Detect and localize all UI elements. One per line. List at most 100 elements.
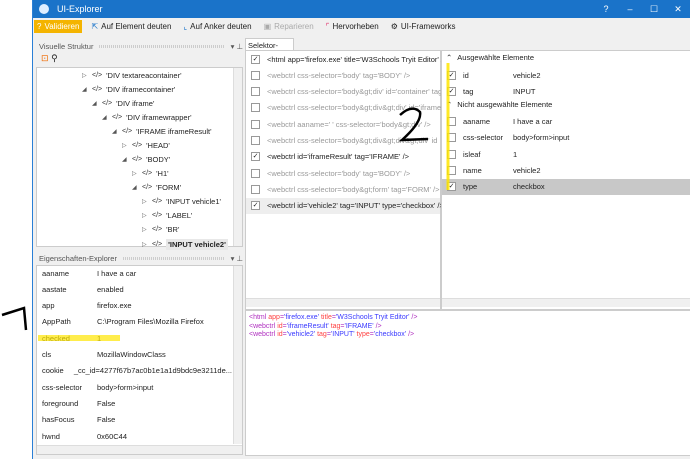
attribute-checkbox[interactable]: ✓ [447, 70, 456, 80]
selector-checkbox[interactable] [251, 136, 260, 145]
expanded-arrow-icon[interactable]: ◢ [122, 156, 132, 163]
close-button[interactable]: ✕ [666, 4, 690, 15]
attribute-checkbox[interactable] [447, 133, 456, 143]
tree-vertical-scrollbar[interactable] [233, 68, 242, 246]
property-row[interactable]: aaname I have a car [37, 266, 232, 280]
selector-row[interactable]: ✓ <html app='firefox.exe' title='W3School… [246, 51, 447, 67]
attribute-row[interactable]: ✓ type checkbox [442, 178, 690, 195]
tree-node[interactable]: ▷ </> 'INPUT vehicle2' [142, 239, 228, 250]
tree-node[interactable]: ▷ </> 'DIV textareacontainer' [82, 71, 182, 80]
selector-code-view[interactable]: <html app='firefox.exe' title='W3Schools… [245, 310, 690, 456]
collapsed-arrow-icon[interactable]: ▷ [142, 226, 152, 233]
tree-node[interactable]: ◢ </> 'FORM' [132, 183, 181, 192]
tree-node[interactable]: ▷ </> 'H1' [132, 169, 169, 178]
expanded-arrow-icon[interactable]: ◢ [102, 114, 112, 121]
properties-horizontal-scrollbar[interactable] [37, 445, 242, 454]
selector-row[interactable]: <webctrl css-selector='body&gt;form' tag… [246, 181, 440, 197]
attribute-row[interactable]: css-selector body>form>input [442, 130, 690, 146]
pin-icon[interactable]: ▾ ⊥ [231, 42, 243, 51]
selector-checkbox[interactable] [251, 103, 260, 113]
property-name: aastate [42, 284, 67, 294]
attribute-checkbox[interactable]: ✓ [447, 86, 456, 96]
expanded-arrow-icon[interactable]: ◢ [132, 184, 142, 191]
collapsed-arrow-icon[interactable]: ▷ [142, 198, 152, 205]
selected-elements-header[interactable]: ⌃ Ausgewählte Elemente [446, 53, 534, 62]
selector-checkbox[interactable] [251, 119, 260, 129]
attribute-row[interactable]: ✓ tag INPUT [442, 83, 690, 99]
attribute-horizontal-scrollbar[interactable] [442, 298, 690, 307]
code-token: /> [408, 331, 415, 338]
property-row[interactable]: css-selector body>form>input [37, 380, 232, 394]
attribute-row[interactable]: isleaf 1 [442, 146, 690, 162]
selector-row[interactable]: ✓ <webctrl id='iframeResult' tag='IFRAME'… [246, 149, 440, 165]
selector-row[interactable]: <webctrl css-selector='body&gt;div' id='… [246, 84, 471, 100]
attribute-checkbox[interactable] [447, 117, 456, 127]
point-element-button[interactable]: ⇱ Auf Element deuten [88, 20, 174, 33]
validate-button[interactable]: ? Validieren [34, 20, 83, 33]
expanded-arrow-icon[interactable]: ◢ [92, 100, 102, 107]
tree-node[interactable]: ◢ </> 'DIV iframecontainer' [82, 85, 175, 94]
collapse-icon[interactable]: ⌃ [446, 53, 452, 62]
property-name: checked [42, 333, 70, 343]
selector-checkbox[interactable]: ✓ [251, 201, 260, 211]
maximize-button[interactable]: ☐ [642, 4, 666, 15]
attribute-row[interactable]: aaname I have a car [442, 114, 690, 130]
target-icon[interactable]: ⊡ [41, 53, 49, 63]
selector-row[interactable]: <webctrl css-selector='body&gt;div&gt;di… [246, 133, 440, 149]
property-row[interactable]: app firefox.exe [37, 299, 232, 313]
tree-node[interactable]: ◢ </> 'IFRAME iframeResult' [112, 127, 212, 136]
selector-checkbox[interactable] [251, 184, 260, 194]
minimize-button[interactable]: – [618, 4, 642, 15]
tree-node[interactable]: ◢ </> 'BODY' [122, 155, 170, 164]
property-row[interactable]: cls MozillaWindowClass [37, 348, 232, 362]
selector-row[interactable]: ✓ <webctrl id='vehicle2' tag='INPUT' type… [246, 197, 444, 214]
attribute-checkbox[interactable]: ✓ [447, 182, 456, 192]
selector-row[interactable]: <webctrl css-selector='body' tag='BODY' … [246, 165, 440, 181]
attribute-checkbox[interactable] [447, 149, 456, 159]
tree-node[interactable]: ▷ </> 'HEAD' [122, 141, 170, 150]
collapsed-arrow-icon[interactable]: ▷ [122, 142, 132, 149]
properties-vertical-scrollbar[interactable] [233, 266, 242, 444]
pin-icon[interactable]: ▾ ⊥ [231, 254, 243, 263]
property-row[interactable]: aastate enabled [37, 282, 232, 296]
selector-checkbox[interactable] [251, 168, 260, 178]
selector-checkbox[interactable]: ✓ [251, 54, 260, 64]
ui-frameworks-button[interactable]: ⚙ UI-Frameworks [388, 20, 459, 33]
unselected-elements-header[interactable]: ⌃ Nicht ausgewählte Elemente [446, 100, 552, 109]
attribute-checkbox[interactable] [447, 166, 456, 175]
highlight-button[interactable]: ⌜ Hervorheben [323, 20, 382, 33]
code-token: type [356, 331, 370, 338]
collapsed-arrow-icon[interactable]: ▷ [132, 170, 142, 177]
property-row[interactable]: AppPath C:\Program Files\Mozilla Firefox [37, 315, 232, 329]
tree-node[interactable]: ▷ </> 'BR' [142, 225, 179, 234]
collapsed-arrow-icon[interactable]: ▷ [82, 72, 92, 79]
property-row[interactable]: foreground False [37, 396, 232, 410]
selector-checkbox[interactable] [251, 87, 260, 97]
tree-node[interactable]: ▷ </> 'LABEL' [142, 211, 192, 220]
selector-row[interactable]: <webctrl css-selector='body' tag='BODY' … [246, 67, 440, 83]
point-anchor-button[interactable]: ⌞ Auf Anker deuten [180, 20, 254, 33]
properties-header: Eigenschaften-Explorer ▾ ⊥ [36, 252, 243, 264]
selector-row[interactable]: <webctrl aaname=' ' css-selector='body&g… [246, 116, 440, 132]
collapsed-arrow-icon[interactable]: ▷ [142, 241, 152, 248]
tree-node[interactable]: ▷ </> 'INPUT vehicle1' [142, 197, 221, 206]
repair-button[interactable]: ▣ Reparieren [261, 20, 317, 33]
collapsed-arrow-icon[interactable]: ▷ [142, 212, 152, 219]
property-row[interactable]: hasFocus False [37, 413, 232, 427]
property-row[interactable]: hwnd 0x60C44 [37, 429, 232, 443]
attribute-row[interactable]: ✓ id vehicle2 [442, 67, 690, 83]
property-row[interactable]: cookie _cc_id=4277f67b7ac0b1e1a1d9bdc9e32… [37, 364, 232, 378]
tree-node[interactable]: ◢ </> 'DIV iframe' [92, 99, 154, 108]
help-button[interactable]: ? [594, 4, 618, 15]
expanded-arrow-icon[interactable]: ◢ [112, 128, 122, 135]
search-icon[interactable]: ⚲ [51, 53, 58, 63]
selector-row[interactable]: <webctrl css-selector='body&gt;div&gt;di… [246, 100, 482, 116]
expanded-arrow-icon[interactable]: ◢ [82, 86, 92, 93]
selector-checkbox[interactable]: ✓ [251, 152, 260, 162]
property-row[interactable]: checked 1 [37, 331, 232, 345]
selector-horizontal-scrollbar[interactable] [246, 298, 440, 307]
selector-checkbox[interactable] [251, 70, 260, 80]
attribute-row[interactable]: name vehicle2 [442, 163, 690, 179]
tree-node[interactable]: ◢ </> 'DIV iframewrapper' [102, 113, 192, 122]
collapse-icon[interactable]: ⌃ [446, 100, 452, 109]
